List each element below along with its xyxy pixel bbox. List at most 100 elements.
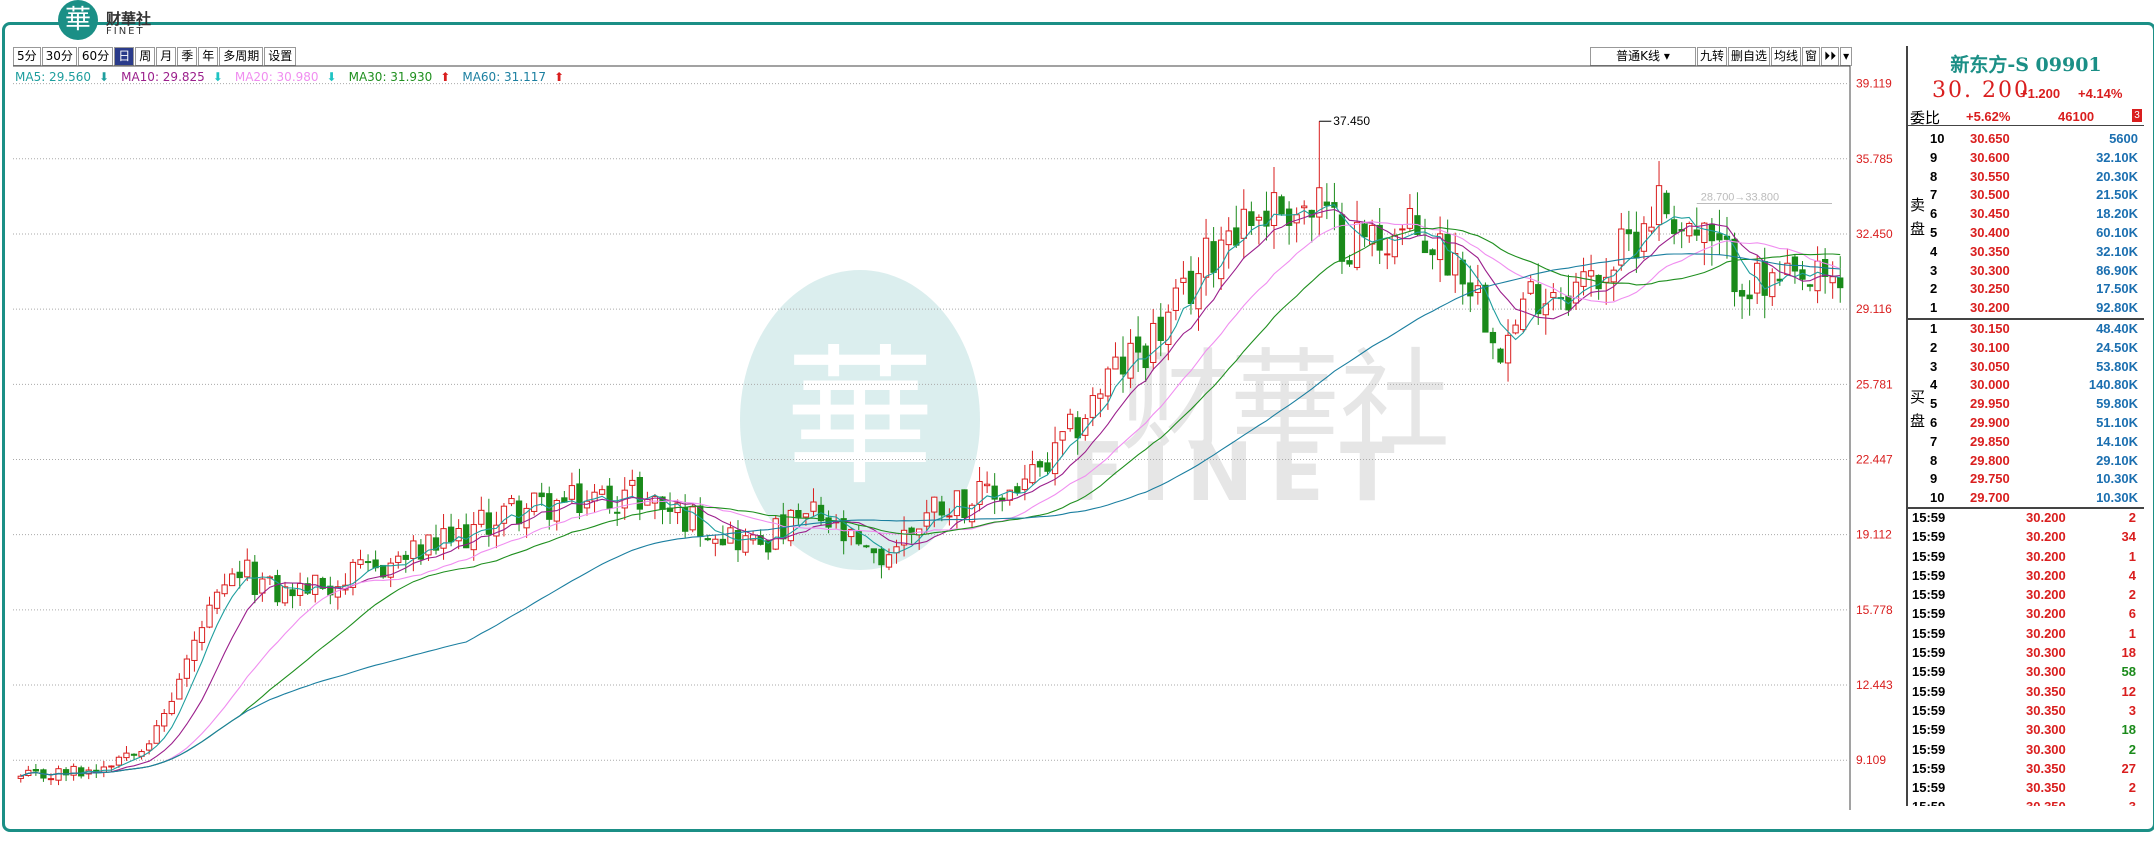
trade-price: 30.200: [2026, 587, 2066, 603]
candle: [387, 557, 394, 588]
trade-qty: 3: [2129, 799, 2136, 806]
candle-body: [1134, 336, 1142, 353]
candle-body: [697, 505, 704, 538]
candle-body: [1059, 431, 1066, 441]
candle-body: [1482, 284, 1489, 333]
order-row-buy[interactable]: 2 30.100 24.50K: [1908, 339, 2144, 358]
candle: [478, 496, 485, 528]
candle: [334, 580, 341, 610]
order-row-buy[interactable]: 4 30.000 140.80K: [1908, 376, 2144, 395]
candle: [1323, 183, 1330, 220]
candle: [168, 692, 175, 716]
trade-row: 15:59 30.350 12: [1908, 683, 2144, 702]
volume: 21.50K: [2096, 187, 2138, 203]
price: 30.500: [1970, 187, 2010, 203]
volume: 10.30K: [2096, 471, 2138, 487]
candle: [1821, 248, 1829, 294]
candle-body: [878, 548, 885, 566]
candle-body: [1278, 196, 1285, 215]
order-row-buy[interactable]: 1 30.150 48.40K: [1908, 320, 2144, 339]
candle: [878, 546, 885, 579]
candle: [983, 471, 991, 493]
price: 30.450: [1970, 206, 2010, 222]
candle: [1670, 205, 1678, 245]
level: 3: [1930, 262, 1938, 278]
ma-legend-label: MA5: 29.560: [15, 70, 92, 84]
last-price: 30. 200: [1932, 78, 2030, 103]
candle: [176, 673, 183, 700]
order-row-buy[interactable]: 9 29.750 10.30K: [1908, 470, 2144, 489]
candle: [425, 534, 432, 561]
ma-legend-arrow-icon: ⬇: [326, 70, 337, 84]
trade-ticks[interactable]: 15:59 30.200 2 15:59 30.200 34 15:59 30.200 1 15:…: [1908, 507, 2144, 806]
level: 2: [1930, 281, 1938, 297]
order-row-buy[interactable]: 5 29.950 59.80K: [1908, 395, 2144, 414]
candle-body: [636, 477, 643, 510]
candle-body: [17, 775, 24, 779]
kline-chart[interactable]: 華财華社FINET 39.11935.78532.45029.11625.781…: [0, 0, 2154, 849]
trade-row: 15:59 30.200 6: [1908, 605, 2144, 624]
trade-row: 15:59 30.200 2: [1908, 509, 2144, 528]
high-marker-label: 37.450: [1333, 114, 1370, 128]
candle-body: [1708, 223, 1716, 242]
candle: [1648, 206, 1655, 235]
candle-body: [802, 513, 810, 518]
candle-body: [357, 559, 364, 565]
trade-qty: 2: [2128, 587, 2136, 603]
candle: [289, 582, 296, 609]
trade-qty: 3: [2128, 702, 2136, 718]
candle: [1542, 288, 1549, 335]
candle-body: [1497, 348, 1504, 363]
candle-body: [1421, 240, 1429, 254]
buy-book: 买盘 1 30.150 48.40K 2 30.100 24.50K 3 30.050 53.8…: [1908, 317, 2144, 508]
volume: 53.80K: [2096, 358, 2138, 374]
order-ratio-badge[interactable]: 3: [2132, 109, 2142, 122]
order-row-sell[interactable]: 1 30.200 92.80K: [1908, 299, 2144, 318]
trade-time: 15:59: [1912, 645, 1946, 661]
trade-price: 30.200: [2026, 567, 2066, 583]
candle: [493, 511, 500, 549]
candle-body: [885, 554, 893, 568]
candle: [1029, 450, 1036, 485]
trade-price: 30.350: [2026, 780, 2066, 796]
order-row-buy[interactable]: 7 29.850 14.10K: [1908, 433, 2144, 452]
candle: [1769, 268, 1776, 306]
order-row-sell[interactable]: 10 30.650 5600: [1908, 130, 2144, 149]
order-row-buy[interactable]: 6 29.900 51.10K: [1908, 414, 2144, 433]
order-row-sell[interactable]: 8 30.550 20.30K: [1908, 168, 2144, 187]
order-row-buy[interactable]: 10 29.700 10.30K: [1908, 489, 2144, 508]
candle-body: [727, 527, 734, 544]
trade-qty: 58: [2121, 664, 2136, 680]
candle: [1263, 191, 1270, 241]
candle: [221, 573, 228, 597]
sell-book: 卖盘 10 30.650 5600 9 30.600 32.10K 8 30.550 20.30…: [1908, 130, 2144, 318]
range-marker-label: 28.700→33.800: [1701, 192, 1779, 204]
candle-body: [168, 700, 175, 715]
trade-qty: 2: [2128, 780, 2136, 796]
candle-body: [221, 584, 228, 595]
candle-body: [983, 483, 991, 487]
price: 30.600: [1970, 149, 2010, 165]
trade-row: 15:59 30.350 2: [1908, 779, 2144, 798]
candle-body: [1663, 192, 1670, 215]
candle-body: [1361, 223, 1368, 238]
order-row-sell[interactable]: 5 30.400 60.10K: [1908, 224, 2144, 243]
trade-time: 15:59: [1912, 625, 1946, 641]
order-row-buy[interactable]: 3 30.050 53.80K: [1908, 358, 2144, 377]
order-row-sell[interactable]: 4 30.350 32.10K: [1908, 243, 2144, 262]
candle: [357, 549, 364, 569]
order-row-sell[interactable]: 7 30.500 21.50K: [1908, 186, 2144, 205]
order-row-sell[interactable]: 2 30.250 17.50K: [1908, 280, 2144, 299]
candle: [1301, 200, 1308, 225]
level: 7: [1930, 433, 1938, 449]
order-row-buy[interactable]: 8 29.800 29.10K: [1908, 452, 2144, 471]
candle: [1369, 219, 1376, 257]
order-row-sell[interactable]: 9 30.600 32.10K: [1908, 149, 2144, 168]
candle: [689, 502, 696, 533]
order-row-sell[interactable]: 3 30.300 86.90K: [1908, 262, 2144, 281]
order-row-sell[interactable]: 6 30.450 18.20K: [1908, 205, 2144, 224]
candle-body: [1036, 461, 1044, 468]
candle: [153, 719, 160, 744]
candle: [161, 709, 168, 732]
price: 30.050: [1970, 358, 2010, 374]
